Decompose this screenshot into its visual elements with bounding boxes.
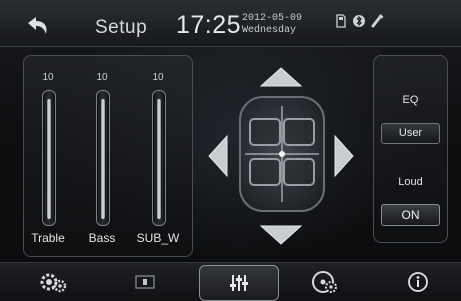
nav-disc-settings[interactable] <box>290 265 360 299</box>
slider-fill <box>157 99 161 219</box>
loud-toggle-button[interactable]: ON <box>381 204 440 226</box>
slider-label: SUB_W <box>136 231 180 245</box>
slider-fill <box>47 99 51 219</box>
weekday-value: Wednesday <box>242 25 297 36</box>
sd-card-icon <box>336 14 346 28</box>
date-value: 2012-05-09 <box>242 13 303 24</box>
info-icon <box>408 272 428 292</box>
balance-crosshair-icon <box>245 106 319 202</box>
slider-label: Trable <box>31 231 65 245</box>
slider-subwoofer[interactable]: 10 SUB_W <box>137 60 180 245</box>
slider-track[interactable] <box>152 90 166 226</box>
up-arrow-icon[interactable] <box>259 66 303 88</box>
setup-screen: Setup 17:25 2012-05-09 Wednesday 10 Trab… <box>0 0 461 301</box>
car-cabin-diagram[interactable] <box>239 96 325 212</box>
general-settings-icon <box>40 273 67 293</box>
nav-display[interactable] <box>110 265 180 299</box>
slider-track[interactable] <box>96 90 110 226</box>
slider-value: 10 <box>152 72 164 83</box>
tone-panel: 10 Trable 10 Bass 10 SUB_W <box>23 55 193 257</box>
clock-date: 2012-05-09 Wednesday <box>242 13 302 37</box>
slider-label: Bass <box>88 231 116 245</box>
bottom-nav <box>0 262 461 301</box>
eq-panel: EQ User Loud ON <box>373 55 448 243</box>
nav-general-settings[interactable] <box>18 265 88 299</box>
back-icon[interactable] <box>22 14 52 36</box>
audio-equalizer-icon <box>230 275 248 291</box>
bluetooth-icon <box>353 15 365 27</box>
nav-info[interactable] <box>383 265 453 299</box>
slider-bass[interactable]: 10 Bass <box>82 60 122 245</box>
right-arrow-icon[interactable] <box>333 134 355 178</box>
nav-audio[interactable] <box>199 265 279 301</box>
slider-value: 10 <box>96 72 108 83</box>
page-title: Setup <box>95 17 148 38</box>
slider-track[interactable] <box>42 90 56 226</box>
slider-value: 10 <box>42 72 54 83</box>
top-bar: Setup 17:25 2012-05-09 Wednesday <box>0 0 461 47</box>
display-icon <box>135 275 155 289</box>
disc-settings-icon <box>312 271 337 293</box>
eq-preset-button[interactable]: User <box>381 123 440 144</box>
eq-label: EQ <box>402 94 419 106</box>
down-arrow-icon[interactable] <box>259 224 303 246</box>
usb-icon <box>371 14 384 28</box>
loud-label: Loud <box>398 176 423 188</box>
clock-time: 17:25 <box>176 11 242 39</box>
slider-treble[interactable]: 10 Trable <box>28 60 68 245</box>
slider-fill <box>101 99 105 219</box>
left-arrow-icon[interactable] <box>207 134 229 178</box>
balance-fader-control <box>201 60 361 250</box>
